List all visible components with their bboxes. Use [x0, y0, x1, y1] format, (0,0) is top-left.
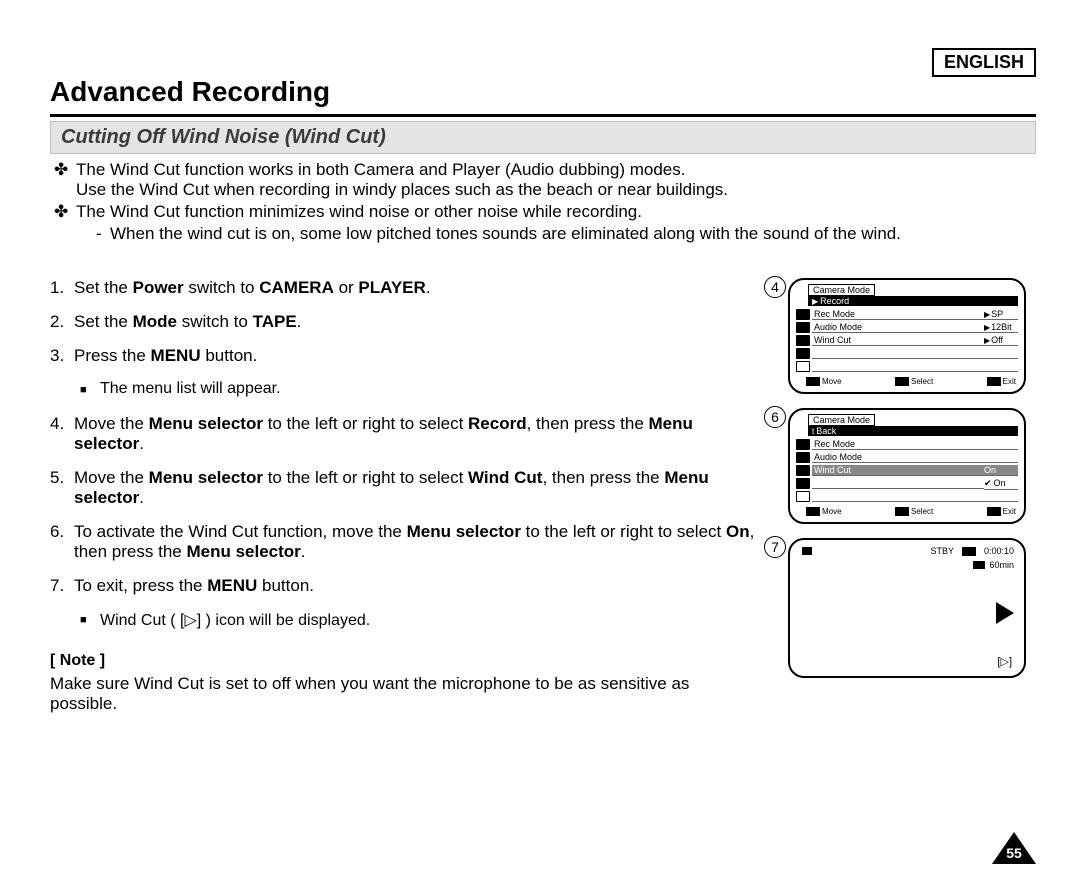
step-5: 5. Move the Menu selector to the left or…: [50, 468, 758, 508]
menu-icon: [796, 361, 810, 372]
menu-title: Camera Mode: [808, 284, 875, 296]
figure-4: 4 Camera Mode ▶Record Rec Mode▶SP Audio …: [766, 278, 1036, 394]
step-1: 1. Set the Power switch to CAMERA or PLA…: [50, 278, 758, 298]
lcd-screen: STBY 0:00:10 60min [▷]: [788, 538, 1026, 678]
note-body: Make sure Wind Cut is set to off when yo…: [50, 674, 758, 714]
lcd-screen: Camera Mode ▶Record Rec Mode▶SP Audio Mo…: [788, 278, 1026, 394]
figure-7: 7 STBY 0:00:10 60min: [766, 538, 1036, 678]
figure-6: 6 Camera Mode tBack Rec Mode Audio Mode …: [766, 408, 1036, 524]
figure-number-icon: 4: [764, 276, 786, 298]
step-6: 6. To activate the Wind Cut function, mo…: [50, 522, 758, 562]
note-heading: [ Note ]: [50, 652, 758, 670]
menu-icon: [796, 309, 810, 320]
steps-column: 1. Set the Power switch to CAMERA or PLA…: [50, 278, 766, 714]
menu-icon: [796, 335, 810, 346]
menu-row: Wind Cut▶Off: [796, 334, 1018, 347]
dash-icon: -: [96, 224, 110, 244]
step-7: 7. To exit, press the MENU button. ■Wind…: [50, 576, 758, 630]
menu-icon: [796, 478, 810, 489]
intro-line: The Wind Cut function minimizes wind noi…: [76, 202, 642, 222]
intro-line: Use the Wind Cut when recording in windy…: [76, 180, 728, 200]
stby-label: STBY: [930, 546, 954, 556]
figure-number-icon: 6: [764, 406, 786, 428]
manual-page: ENGLISH Advanced Recording Cutting Off W…: [0, 0, 1080, 880]
menu-icon: [796, 348, 810, 359]
remain-label: 60min: [989, 560, 1014, 570]
step-2: 2. Set the Mode switch to TAPE.: [50, 312, 758, 332]
menu-footer: Move Select Exit: [796, 377, 1018, 388]
menu-row-highlight: Wind CutOn: [796, 464, 1018, 477]
menu-row: Audio Mode: [796, 451, 1018, 464]
menu-row: [796, 360, 1018, 373]
intro-block: ✤ The Wind Cut function works in both Ca…: [50, 160, 1036, 244]
time-label: 0:00:10: [984, 546, 1014, 556]
menu-row: Rec Mode▶SP: [796, 308, 1018, 321]
cassette-icon: [973, 561, 985, 569]
menu-row: [796, 490, 1018, 503]
menu-row: [796, 347, 1018, 360]
menu-title: Camera Mode: [808, 414, 875, 426]
intro-line: The Wind Cut function works in both Came…: [76, 160, 728, 180]
square-bullet-icon: ■: [80, 610, 100, 630]
nav-icon: [806, 507, 820, 516]
step-3: 3. Press the MENU button. ■The menu list…: [50, 346, 758, 400]
nav-icon: [895, 377, 909, 386]
menu-icon: [796, 322, 810, 333]
menu-row: Rec Mode: [796, 438, 1018, 451]
menu-back: tBack: [808, 426, 1018, 436]
step-4: 4. Move the Menu selector to the left or…: [50, 414, 758, 454]
bullet-icon: ✤: [54, 160, 76, 200]
title-rule: [50, 114, 1036, 117]
nav-icon: [895, 507, 909, 516]
sp-icon: [962, 547, 976, 556]
nav-icon: [987, 507, 1001, 516]
intro-subline: When the wind cut is on, some low pitche…: [110, 224, 901, 244]
section-subhead: Cutting Off Wind Noise (Wind Cut): [50, 121, 1036, 154]
figure-number-icon: 7: [764, 536, 786, 558]
language-badge: ENGLISH: [932, 48, 1036, 77]
menu-row: ✔On: [796, 477, 1018, 490]
square-bullet-icon: ■: [80, 380, 100, 400]
windcut-icon: [▷]: [997, 655, 1012, 668]
menu-icon: [796, 491, 810, 502]
menu-icon: [796, 465, 810, 476]
menu-icon: [796, 439, 810, 450]
page-title: Advanced Recording: [50, 76, 1036, 108]
lcd-screen: Camera Mode tBack Rec Mode Audio Mode Wi…: [788, 408, 1026, 524]
rec-icon: [802, 547, 812, 555]
menu-icon: [796, 452, 810, 463]
nav-icon: [806, 377, 820, 386]
menu-row: Audio Mode▶12Bit: [796, 321, 1018, 334]
figures-column: 4 Camera Mode ▶Record Rec Mode▶SP Audio …: [766, 278, 1036, 714]
nav-icon: [987, 377, 1001, 386]
menu-footer: Move Select Exit: [796, 507, 1018, 518]
play-icon: [996, 602, 1014, 624]
page-number-badge: 55: [992, 828, 1036, 864]
bullet-icon: ✤: [54, 202, 76, 222]
menu-selected: ▶Record: [808, 296, 1018, 306]
